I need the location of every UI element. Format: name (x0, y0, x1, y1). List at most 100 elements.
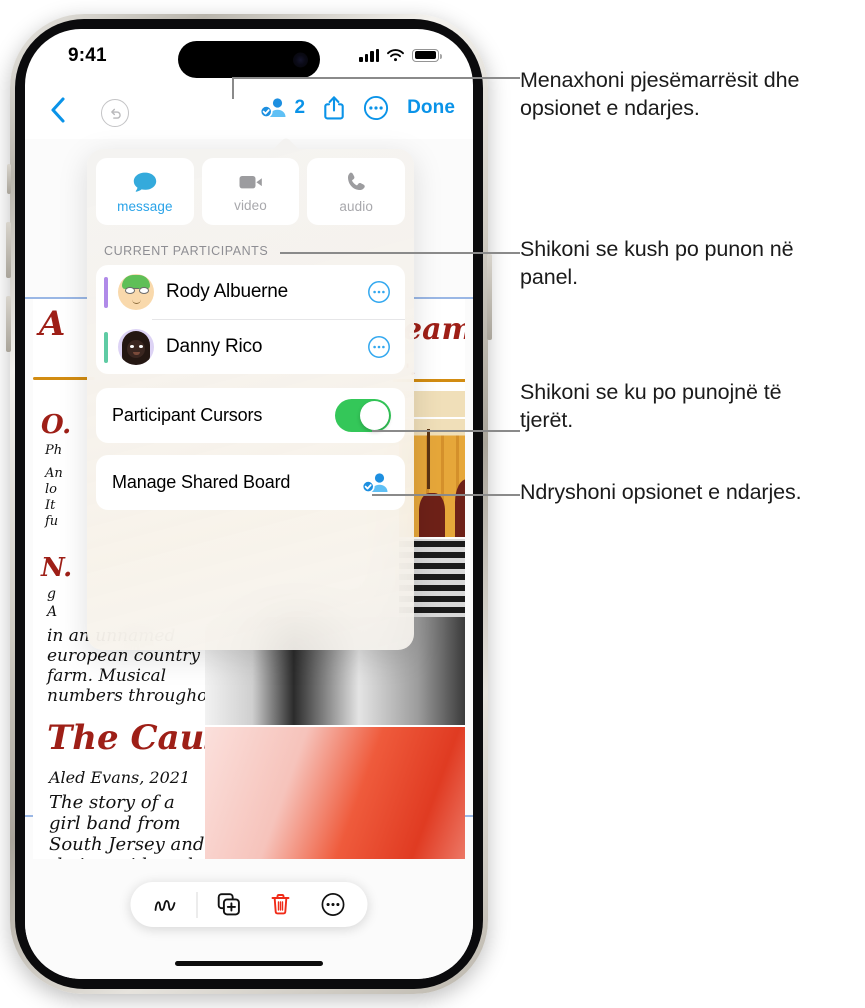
board-note: farm. Musical (47, 666, 167, 686)
board-note: A (47, 604, 58, 620)
audio-action-label: audio (339, 198, 373, 214)
home-indicator (175, 960, 323, 966)
silence-switch[interactable] (7, 164, 11, 194)
board-note: g (47, 586, 56, 602)
board-note: It (45, 498, 56, 513)
callout-current-participants: Shikoni se kush po punon në panel. (520, 235, 820, 292)
front-camera-icon (293, 52, 308, 67)
share-button[interactable] (323, 95, 345, 121)
volume-up-button[interactable] (6, 222, 11, 278)
battery-full-icon (412, 48, 442, 62)
bottom-toolbar[interactable] (130, 882, 368, 927)
shared-board-people-icon (361, 472, 388, 493)
message-action-label: message (117, 198, 173, 214)
power-button[interactable] (487, 254, 492, 340)
ellipsis-circle-icon (364, 95, 389, 121)
leader-line-cursors (372, 430, 520, 432)
board-image-band[interactable] (205, 727, 465, 859)
silhouette-shape (419, 493, 445, 537)
callout-sharing-options: Ndryshoni opsionet e ndarjes. (520, 478, 820, 506)
board-note: lo (45, 482, 57, 497)
trash-icon (271, 894, 290, 915)
info-ellipsis-circle-icon (368, 281, 390, 303)
video-action-button[interactable]: video (201, 158, 300, 225)
info-ellipsis-circle-icon (368, 336, 390, 358)
board-gold-rule-1 (33, 377, 95, 380)
chevron-left-icon (51, 97, 65, 123)
participant-cursor-color (104, 276, 108, 308)
board-note: N. (41, 553, 73, 583)
avatar (118, 329, 154, 365)
callout-cursors-text: Shikoni se ku po punojnë të tjerët. (520, 380, 782, 433)
shared-board-participants-button[interactable]: 2 (259, 96, 306, 120)
board-note: Aled Evans, 2021 (49, 768, 191, 787)
insert-tool-button[interactable] (204, 882, 254, 927)
participant-cursors-label: Participant Cursors (112, 405, 263, 425)
board-note: The story of a (49, 792, 175, 813)
manage-shared-board-label: Manage Shared Board (112, 472, 291, 492)
back-button[interactable] (47, 95, 73, 125)
participant-info-button[interactable] (367, 280, 391, 304)
status-indicators (359, 48, 442, 62)
wifi-icon (387, 49, 404, 62)
callout-participant-cursors: Shikoni se ku po punojnë të tjerët. (520, 378, 820, 435)
board-note: girl band from (49, 813, 181, 834)
leader-line-manage (232, 77, 520, 79)
volume-down-button[interactable] (6, 296, 11, 352)
phone-screen: A O. Ph An lo It fu N. g A in an unnamed… (25, 29, 473, 979)
callout-participants-text: Shikoni se kush po punon në panel. (520, 237, 794, 290)
navigation-bar: 2 Done (25, 87, 473, 139)
manage-shared-board-icon-button[interactable] (361, 471, 391, 495)
more-tool-button[interactable] (308, 882, 358, 927)
board-note: A (39, 304, 66, 344)
board-note: An (45, 466, 63, 481)
participant-name: Danny Rico (166, 336, 263, 357)
ellipsis-circle-icon (321, 893, 344, 916)
dynamic-island (178, 41, 320, 78)
quick-actions-row: message video audio (96, 158, 406, 225)
participant-info-button[interactable] (367, 335, 391, 359)
participant-count: 2 (294, 97, 306, 118)
participant-cursor-color (104, 331, 108, 363)
callout-sharing-text: Ndryshoni opsionet e ndarjes. (520, 480, 802, 504)
more-options-button[interactable] (363, 95, 389, 121)
done-button[interactable]: Done (407, 97, 455, 119)
participants-card: Rody Albuerne Danny Rico (96, 265, 405, 374)
board-note: O. (41, 410, 72, 440)
board-note: Ph (45, 443, 63, 458)
manage-shared-board-row[interactable]: Manage Shared Board (96, 455, 405, 510)
audio-action-button[interactable]: audio (307, 158, 406, 225)
iphone-device-frame: A O. Ph An lo It fu N. g A in an unnamed… (6, 14, 492, 994)
add-card-icon (217, 893, 240, 916)
participant-cursors-toggle[interactable] (335, 399, 391, 432)
participant-row[interactable]: Rody Albuerne (96, 265, 405, 319)
popover-arrow (271, 138, 301, 150)
board-note: numbers throughout. (47, 686, 231, 706)
board-note: South Jersey and (49, 834, 205, 855)
silhouette-shape (455, 479, 465, 537)
leader-line-participants (280, 252, 520, 254)
scribble-pen-icon (154, 899, 176, 911)
callout-manage-participants: Menaxhoni pjesëmarrësit dhe opsionet e n… (520, 66, 865, 123)
leader-line-sharing (372, 494, 520, 496)
callout-manage-text: Menaxhoni pjesëmarrësit dhe opsionet e n… (520, 68, 800, 121)
participant-cursors-row[interactable]: Participant Cursors (96, 388, 405, 443)
undo-arrow-icon (110, 108, 121, 119)
toolbar-divider (196, 891, 198, 918)
delete-tool-button[interactable] (256, 882, 306, 927)
draw-tool-button[interactable] (141, 882, 191, 927)
cellular-bars-icon (359, 48, 379, 62)
current-participants-header: CURRENT PARTICIPANTS (104, 244, 269, 258)
status-time: 9:41 (68, 45, 107, 66)
video-camera-icon (239, 175, 262, 188)
participant-row[interactable]: Danny Rico (96, 320, 405, 374)
avatar (118, 274, 154, 310)
undo-button[interactable] (101, 99, 129, 127)
leader-line-manage-vertical (232, 77, 234, 99)
nav-actions: 2 Done (259, 95, 455, 121)
share-up-arrow-icon (324, 96, 344, 120)
video-action-label: video (234, 197, 267, 213)
message-action-button[interactable]: message (96, 158, 194, 225)
shared-board-people-icon (259, 98, 286, 118)
toggle-knob (360, 401, 389, 430)
